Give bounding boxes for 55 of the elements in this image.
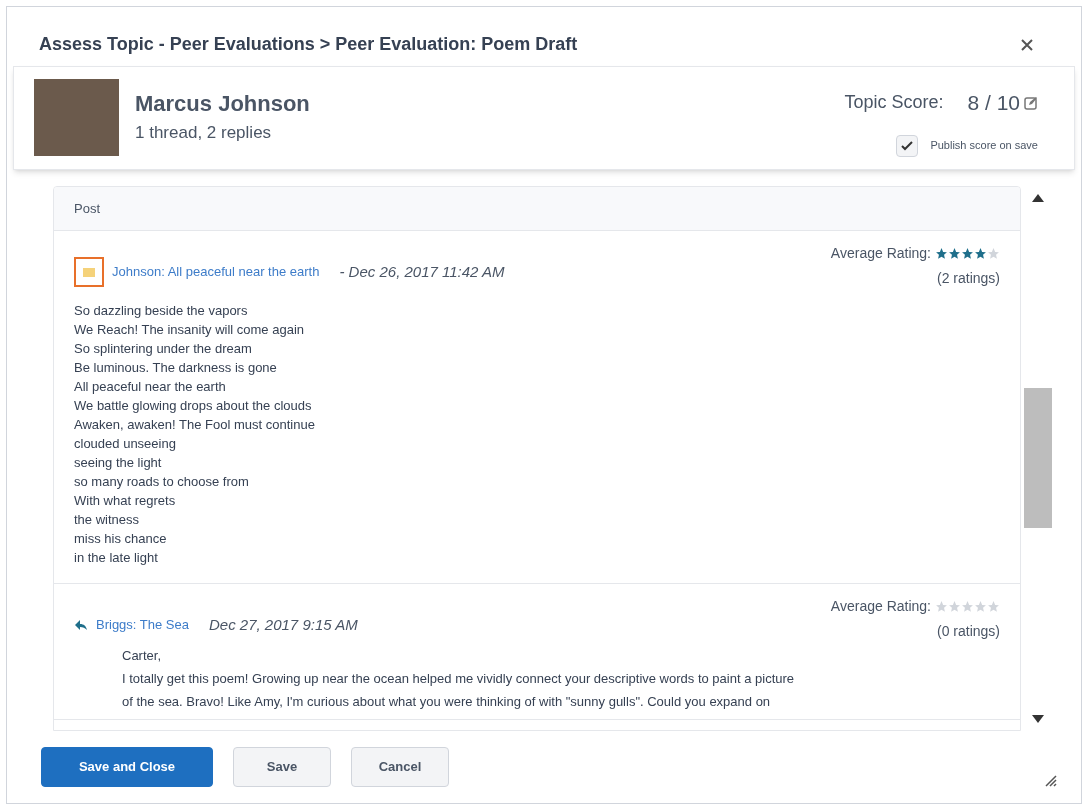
star-icon	[948, 600, 961, 613]
post-text: miss his chance	[74, 530, 168, 548]
scroll-up-icon[interactable]	[1032, 193, 1044, 202]
dialog-title: Assess Topic - Peer Evaluations > Peer Evaluation: Poem Draft	[39, 33, 578, 56]
action-button[interactable]: Save	[233, 747, 331, 787]
score-value: 8 / 10	[967, 90, 1020, 116]
edit-icon[interactable]	[1024, 95, 1038, 110]
scrollbar-thumb[interactable]	[1024, 388, 1052, 529]
publish-checkbox[interactable]	[896, 134, 919, 157]
user-name: Marcus Johnson	[135, 90, 310, 118]
ratings-count: (2 ratings)	[936, 269, 1000, 288]
post-text: With what regrets	[74, 492, 177, 510]
rating-label: Average Rating:	[830, 244, 931, 263]
post-text: Be luminous. The darkness is gone	[74, 359, 278, 377]
column-header: Post	[54, 186, 1020, 231]
publish-label: Publish score on save	[930, 138, 1038, 154]
star-icon	[987, 247, 1000, 260]
post-text: Awaken, awaken! The Fool must continue	[74, 416, 316, 434]
post-link[interactable]: Briggs: The Sea	[96, 615, 189, 635]
star-icon	[935, 247, 948, 260]
user-summary: 1 thread, 2 replies	[135, 122, 273, 144]
post-text: so many roads to choose from	[74, 473, 250, 491]
post-text: So dazzling beside the vapors	[74, 302, 249, 320]
action-button[interactable]: Save and Close	[41, 747, 213, 787]
star-icon	[961, 247, 974, 260]
post-text: We Reach! The insanity will come again	[74, 321, 306, 339]
quote-icon	[74, 257, 104, 287]
resize-grip-icon[interactable]	[1045, 775, 1057, 787]
post-date: Dec 27, 2017 9:15 AM	[209, 614, 358, 635]
star-icon	[974, 247, 987, 260]
post-link[interactable]: Johnson: All peaceful near the earth	[112, 262, 320, 282]
star-icon	[935, 600, 948, 613]
post-text: in the late light	[74, 549, 159, 567]
post-date: - Dec 26, 2017 11:42 AM	[339, 261, 505, 282]
star-icon	[961, 600, 974, 613]
post-text: clouded unseeing	[74, 435, 177, 453]
post-text: We battle glowing drops about the clouds	[74, 397, 313, 415]
action-button[interactable]: Cancel	[351, 747, 449, 787]
post-text: All peaceful near the earth	[74, 378, 227, 396]
star-icon	[987, 600, 1000, 613]
post-text: I totally get this poem! Growing up near the ocean helped me vividly connect your descriptive words to paint a picture	[122, 670, 796, 688]
score-label: Topic Score:	[844, 91, 944, 115]
ratings-count: (0 ratings)	[936, 622, 1000, 641]
reply-arrow-icon	[74, 619, 88, 631]
rating-label: Average Rating:	[830, 597, 931, 616]
star-icon	[948, 247, 961, 260]
post-text: seeing the light	[74, 454, 163, 472]
post-text: Carter,	[122, 647, 162, 665]
checkmark-icon	[901, 139, 914, 152]
post-text: of the sea. Bravo! Like Amy, I'm curious about what you were thinking of with "sunny gulls". Could you expand on	[122, 693, 772, 711]
star-icon	[974, 600, 987, 613]
scroll-down-icon[interactable]	[1032, 715, 1044, 723]
close-button[interactable]	[1021, 38, 1033, 51]
post-text: the witness	[74, 511, 141, 529]
post-text: So splintering under the dream	[74, 340, 253, 358]
